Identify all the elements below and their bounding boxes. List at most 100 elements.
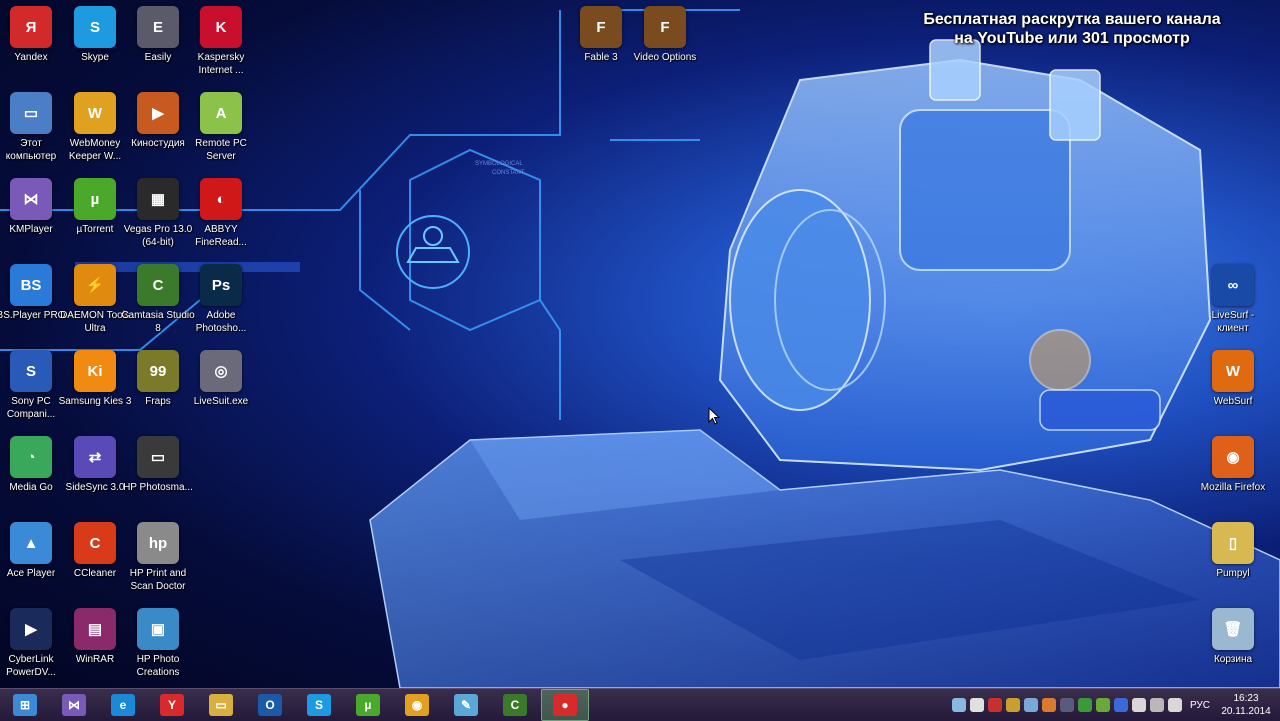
wallpaper-text-symbological: SYMBOLOGICAL (475, 161, 523, 167)
system-tray: РУС 16:23 20.11.2014 (950, 689, 1280, 721)
media-go-icon: ◔ (10, 436, 52, 478)
desktop-icon-label: Fable 3 (584, 52, 618, 63)
kmplayer-icon: ⋈ (10, 178, 52, 220)
desktop-icon-websurf[interactable]: W WebSurf (1196, 346, 1270, 430)
desktop-icon-label: Корзина (1213, 654, 1253, 665)
livesuit-exe-icon: ◎ (200, 350, 242, 392)
desktop-icon-label: HP Print and Scan Doctor (129, 568, 187, 592)
desktop-icon-livesuit-exe[interactable]: ◎ LiveSuit.exe (184, 346, 258, 430)
android-icon: A (200, 92, 242, 134)
desktop-icon-label: LiveSuit.exe (193, 396, 249, 407)
taskbar-button-utorrent[interactable]: µ (345, 690, 391, 720)
skype-icon: S (74, 6, 116, 48)
ccleaner-icon: C (74, 522, 116, 564)
desktop-icon-label: Pumpyl (1216, 568, 1250, 579)
desktop-icon-label: HP Photo Creations (136, 654, 180, 678)
hp-photo-icon: ▣ (137, 608, 179, 650)
explorer-icon: ▭ (209, 694, 233, 716)
photoshop-icon: Ps (200, 264, 242, 306)
powerdvd-icon: ▶ (10, 608, 52, 650)
desktop-icon-label: Remote PC Server (195, 138, 247, 162)
livesurf-icon: ∞ (1212, 264, 1254, 306)
tray-bluetooth-icon[interactable] (1113, 698, 1128, 712)
taskbar-button-notepad[interactable]: ✎ (443, 690, 489, 720)
tray-sync-icon[interactable] (1095, 698, 1110, 712)
kmplayer-icon: ⋈ (62, 694, 86, 716)
taskbar-button-start[interactable]: ⊞ (2, 690, 48, 720)
promo-line-1: Бесплатная раскрутка вашего канала (923, 11, 1221, 28)
desktop-icon-firefox[interactable]: ◉ Mozilla Firefox (1196, 432, 1270, 516)
desktop-icon-kaspersky[interactable]: K Kaspersky Internet ... (184, 2, 258, 86)
outlook-icon: O (258, 694, 282, 716)
taskbar-button-internet-explorer[interactable]: e (100, 690, 146, 720)
desktop-icon-label: Adobe Photosho... (195, 310, 247, 334)
taskbar-button-explorer[interactable]: ▭ (198, 690, 244, 720)
winrar-icon: ▤ (74, 608, 116, 650)
skype-icon: S (307, 694, 331, 716)
taskbar-button-chrome[interactable]: ◉ (394, 690, 440, 720)
tray-monitor-icon[interactable] (1023, 698, 1038, 712)
desktop-icon-label: WebSurf (1213, 396, 1253, 407)
tray-antivirus-icon[interactable] (987, 698, 1002, 712)
taskbar-button-yandex-browser[interactable]: Y (149, 690, 195, 720)
tray-language[interactable]: РУС (1190, 700, 1210, 711)
tray-network-icon[interactable] (951, 698, 966, 712)
tray-easily-icon[interactable] (1059, 698, 1074, 712)
sony-pc-icon: S (10, 350, 52, 392)
desktop-icon-video-options[interactable]: F Video Options (628, 2, 702, 86)
fable-video-icon: F (644, 6, 686, 48)
tray-cloud-icon[interactable] (969, 698, 984, 712)
desktop-icon-recycle-bin[interactable]: 🗑 Корзина (1196, 604, 1270, 688)
daemon-tools-icon: ⚡ (74, 264, 116, 306)
desktop-icon-remote-pc[interactable]: A Remote PC Server (184, 88, 258, 172)
utorrent-icon: µ (74, 178, 116, 220)
folder-icon: ▯ (1212, 522, 1254, 564)
sidesync-icon: ⇄ (74, 436, 116, 478)
desktop-icon-label: LiveSurf - клиент (1211, 310, 1255, 334)
recycle-bin-icon: 🗑 (1212, 608, 1254, 650)
desktop-icon-hp-photo-creations[interactable]: ▣ HP Photo Creations (121, 604, 195, 688)
desktop-icon-livesurf[interactable]: ∞ LiveSurf - клиент (1196, 260, 1270, 344)
notepad-icon: ✎ (454, 694, 478, 716)
fable-icon: F (580, 6, 622, 48)
chrome-icon: ◉ (405, 694, 429, 716)
bsplayer-icon: BS (10, 264, 52, 306)
desktop-icon-hp-print-scan[interactable]: hp HP Print and Scan Doctor (121, 518, 195, 602)
desktop-icon-hp-photosmart[interactable]: ▭ HP Photosma... (121, 432, 195, 516)
easily-icon: E (137, 6, 179, 48)
samsung-kies-icon: Ki (74, 350, 116, 392)
desktop-icon-label: Kaspersky Internet ... (197, 52, 245, 76)
tray-utility-icon[interactable] (1077, 698, 1092, 712)
tray-flag-icon[interactable] (1131, 698, 1146, 712)
desktop-icon-label: ABBYY FineRead... (195, 224, 247, 248)
desktop-icon-label: Mozilla Firefox (1200, 482, 1266, 493)
camtasia-icon: C (503, 694, 527, 716)
wallpaper-text-constant: CONSTANT (492, 170, 525, 176)
tray-clock[interactable]: 16:23 20.11.2014 (1220, 692, 1272, 718)
taskbar-button-outlook[interactable]: O (247, 690, 293, 720)
desktop-icon-abbyy[interactable]: ◐ ABBYY FineRead... (184, 174, 258, 258)
taskbar-button-kmplayer[interactable]: ⋈ (51, 690, 97, 720)
printer-icon: ▭ (137, 436, 179, 478)
taskbar-pinned-apps: ⊞ ⋈ e Y ▭ O Sµ ◉ ✎ C ● (2, 689, 592, 721)
start-icon: ⊞ (13, 694, 37, 716)
abbyy-icon: ◐ (200, 178, 242, 220)
tray-app-icon[interactable] (1005, 698, 1020, 712)
movie-studio-icon: ▶ (137, 92, 179, 134)
kaspersky-icon: K (200, 6, 242, 48)
desktop-icon-pumpyl[interactable]: ▯ Pumpyl (1196, 518, 1270, 602)
utorrent-icon: µ (356, 694, 380, 716)
promo-line-2: на YouTube или 301 просмотр (954, 30, 1190, 47)
taskbar-button-camtasia[interactable]: C (492, 690, 538, 720)
desktop-icon-fable-3[interactable]: F Fable 3 (564, 2, 638, 86)
yandex-browser-icon: Y (160, 694, 184, 716)
websurf-icon: W (1212, 350, 1254, 392)
desktop-icon-photoshop[interactable]: Ps Adobe Photosho... (184, 260, 258, 344)
tray-battery-icon[interactable] (1149, 698, 1164, 712)
vegas-icon: ▦ (137, 178, 179, 220)
taskbar-button-skype[interactable]: S (296, 690, 342, 720)
taskbar-button-camtasia-recorder[interactable]: ● (541, 689, 589, 721)
camtasia-icon: C (137, 264, 179, 306)
tray-volume-icon[interactable] (1167, 698, 1182, 712)
tray-media-icon[interactable] (1041, 698, 1056, 712)
